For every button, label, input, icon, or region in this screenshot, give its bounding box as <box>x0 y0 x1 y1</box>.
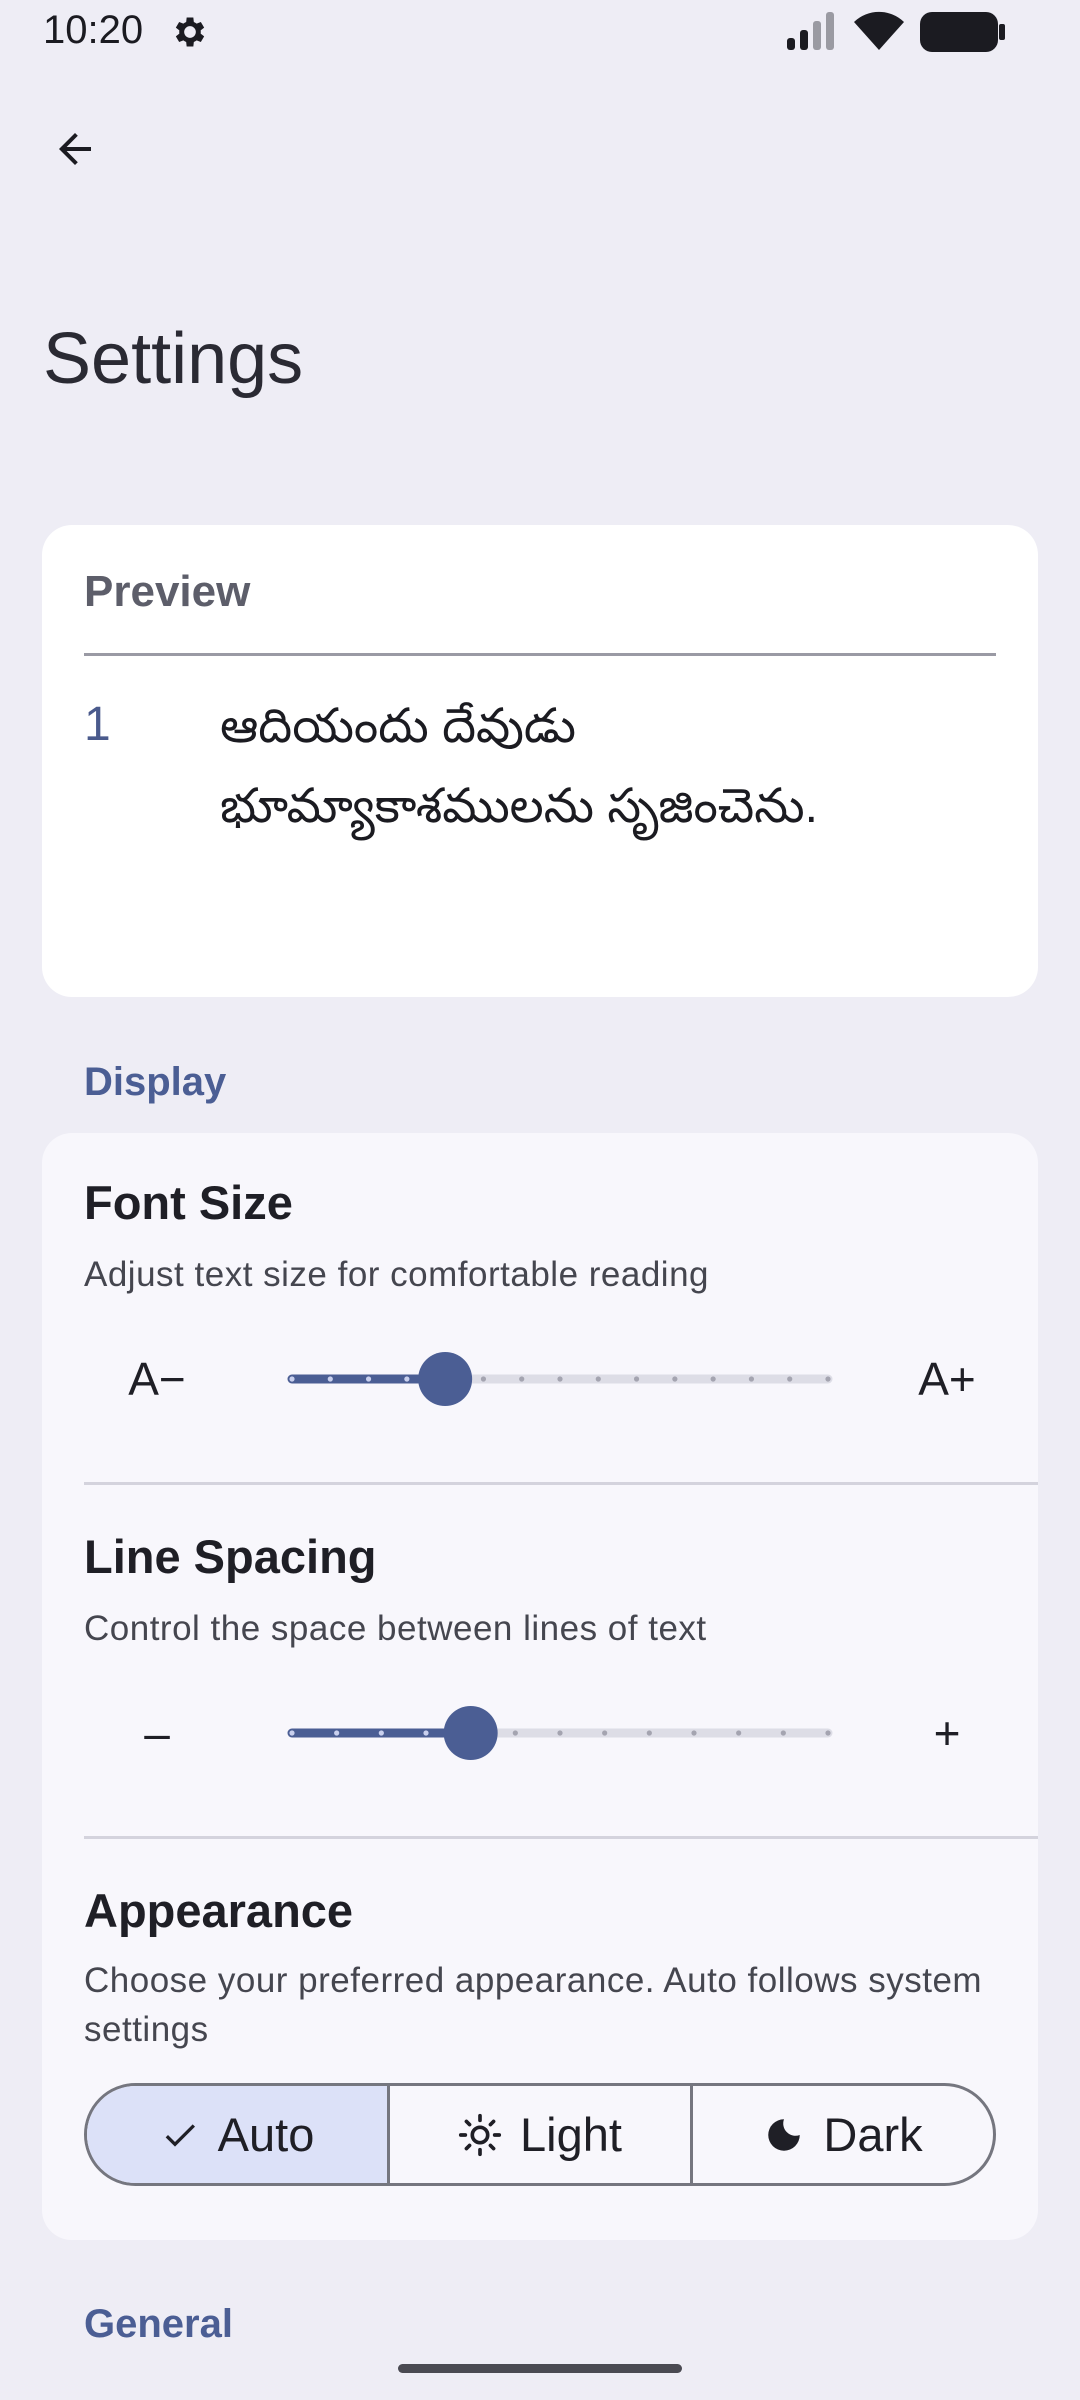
slider-tick <box>480 1376 487 1382</box>
verse-number: 1 <box>84 698 111 751</box>
line-spacing-slider[interactable] <box>252 1693 868 1773</box>
slider-tick <box>780 1730 786 1736</box>
slider-tick <box>423 1730 429 1736</box>
slider-tick <box>646 1730 652 1736</box>
font-size-increase-button[interactable]: A+ <box>892 1339 1002 1419</box>
preview-card: Preview 1 ఆదియందు దేవుడు భూమ్యాకాశములను … <box>42 525 1038 997</box>
page-title: Settings <box>43 319 304 399</box>
home-indicator[interactable] <box>398 2364 682 2373</box>
slider-tick <box>327 1376 333 1382</box>
divider <box>84 1836 1038 1839</box>
slider-tick <box>691 1730 697 1736</box>
slider-tick <box>557 1376 563 1382</box>
font-size-slider-row: A− A+ <box>42 1339 1038 1419</box>
slider-tick <box>512 1730 518 1736</box>
line-spacing-decrease-button[interactable]: – <box>102 1693 212 1773</box>
slider-tick <box>825 1376 831 1382</box>
line-spacing-title: Line Spacing <box>84 1530 377 1583</box>
slider-tick <box>710 1376 716 1382</box>
verse-text: ఆదియందు దేవుడు భూమ్యాకాశములను సృజించెను. <box>220 700 818 833</box>
slider-thumb[interactable] <box>443 1706 498 1760</box>
line-spacing-slider-row: – + <box>42 1693 1038 1773</box>
slider-tick <box>519 1376 525 1382</box>
line-spacing-increase-button[interactable]: + <box>892 1693 1002 1773</box>
section-label-display: Display <box>84 1060 227 1104</box>
signal-icon <box>785 12 839 50</box>
font-size-description: Adjust text size for comfortable reading <box>84 1255 710 1294</box>
slider-tick <box>289 1376 295 1382</box>
appearance-option-label: Light <box>520 2108 622 2161</box>
font-size-decrease-button[interactable]: A− <box>102 1339 212 1419</box>
appearance-description: Choose your preferred appearance. Auto f… <box>84 1961 983 2049</box>
preview-title: Preview <box>84 567 251 616</box>
slider-tick <box>825 1730 831 1736</box>
appearance-option-label: Dark <box>823 2108 923 2161</box>
slider-tick <box>748 1376 755 1382</box>
appearance-segmented-control: Auto Light Dark <box>84 2083 996 2186</box>
appearance-title: Appearance <box>84 1884 354 1937</box>
font-size-title: Font Size <box>84 1176 293 1229</box>
moon-icon <box>768 2118 801 2151</box>
slider-tick <box>378 1730 384 1736</box>
slider-thumb[interactable] <box>418 1352 473 1406</box>
font-size-slider[interactable] <box>252 1339 868 1419</box>
divider <box>84 1482 1038 1485</box>
divider <box>84 653 996 656</box>
gear-icon <box>170 12 210 52</box>
slider-tick <box>672 1376 678 1382</box>
appearance-option-dark[interactable]: Dark <box>693 2086 993 2183</box>
appearance-option-auto[interactable]: Auto <box>87 2086 390 2183</box>
slider-tick <box>557 1730 563 1736</box>
appearance-option-light[interactable]: Light <box>390 2086 693 2183</box>
battery-icon <box>920 12 1006 52</box>
slider-tick <box>633 1376 640 1382</box>
wifi-icon <box>852 10 906 52</box>
status-bar: 10:20 <box>0 0 1080 64</box>
arrow-back-icon <box>59 133 91 165</box>
display-settings-card: Font Size Adjust text size for comfortab… <box>42 1133 1038 2240</box>
slider-tick <box>334 1730 340 1736</box>
sun-icon <box>458 2113 502 2156</box>
slider-tick <box>365 1376 372 1382</box>
slider-tick <box>736 1730 742 1736</box>
appearance-option-label: Auto <box>217 2108 315 2161</box>
check-icon <box>165 2123 195 2147</box>
slider-tick <box>289 1730 295 1736</box>
slider-tick <box>404 1376 410 1382</box>
slider-tick <box>595 1376 601 1382</box>
back-button[interactable] <box>38 112 112 186</box>
slider-tick <box>787 1376 793 1382</box>
slider-tick <box>602 1730 608 1736</box>
line-spacing-description: Control the space between lines of text <box>84 1609 707 1648</box>
status-time: 10:20 <box>43 8 144 52</box>
